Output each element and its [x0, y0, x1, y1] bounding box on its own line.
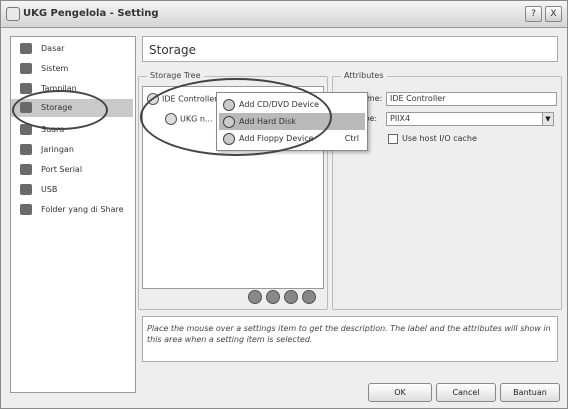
remove-attachment-icon[interactable]	[302, 290, 316, 304]
menu-item-shortcut: Ctrl	[344, 134, 359, 143]
page-header: Storage	[142, 36, 558, 62]
sidebar-item-sistem[interactable]: Sistem	[11, 60, 133, 78]
sidebar-item-label: Folder yang di Share	[41, 205, 124, 214]
highlight-ellipse-storage	[12, 90, 108, 130]
sidebar-item-dasar[interactable]: Dasar	[11, 40, 133, 58]
type-select[interactable]: PIIX4	[386, 112, 543, 126]
sidebar-item-port-serial[interactable]: Port Serial	[11, 161, 133, 179]
page-title: Storage	[149, 43, 196, 57]
description-box: Place the mouse over a settings item to …	[142, 316, 558, 362]
sidebar-item-usb[interactable]: USB	[11, 181, 133, 199]
help-button[interactable]: Bantuan	[500, 383, 560, 402]
ok-button[interactable]: OK	[368, 383, 432, 402]
highlight-ellipse-menu	[140, 78, 332, 156]
shared-folder-icon	[20, 204, 32, 215]
description-text: Place the mouse over a settings item to …	[147, 324, 551, 344]
storage-tree-label: Storage Tree	[147, 71, 204, 80]
settings-sidebar: Dasar Sistem Tampilan Storage Suara Jari…	[10, 36, 136, 393]
display-icon	[20, 83, 32, 94]
sidebar-item-label: Sistem	[41, 64, 69, 73]
chevron-down-icon[interactable]: ▼	[542, 112, 554, 126]
remove-controller-icon[interactable]	[266, 290, 280, 304]
app-icon	[6, 7, 20, 21]
sidebar-item-label: Port Serial	[41, 165, 83, 174]
sidebar-item-shared-folders[interactable]: Folder yang di Share	[11, 201, 133, 219]
window-title: UKG Pengelola - Setting	[23, 8, 159, 19]
sidebar-item-jaringan[interactable]: Jaringan	[11, 141, 133, 159]
usb-icon	[20, 184, 32, 195]
network-icon	[20, 144, 32, 155]
serial-port-icon	[20, 164, 32, 175]
help-title-button[interactable]: ?	[525, 6, 542, 22]
use-cache-checkbox[interactable]	[388, 134, 398, 144]
general-icon	[20, 43, 32, 54]
system-icon	[20, 63, 32, 74]
use-cache-label: Use host I/O cache	[402, 134, 477, 143]
title-bar: UKG Pengelola - Setting ? X	[1, 1, 567, 28]
close-button[interactable]: X	[545, 6, 562, 22]
add-controller-icon[interactable]	[248, 290, 262, 304]
cancel-button[interactable]: Cancel	[436, 383, 496, 402]
tree-toolbar	[248, 290, 322, 304]
sidebar-item-label: USB	[41, 185, 58, 194]
sidebar-item-label: Dasar	[41, 44, 65, 53]
name-field[interactable]: IDE Controller	[386, 92, 557, 106]
add-attachment-icon[interactable]	[284, 290, 298, 304]
attributes-label: Attributes	[341, 71, 387, 80]
sidebar-item-label: Jaringan	[41, 145, 74, 154]
